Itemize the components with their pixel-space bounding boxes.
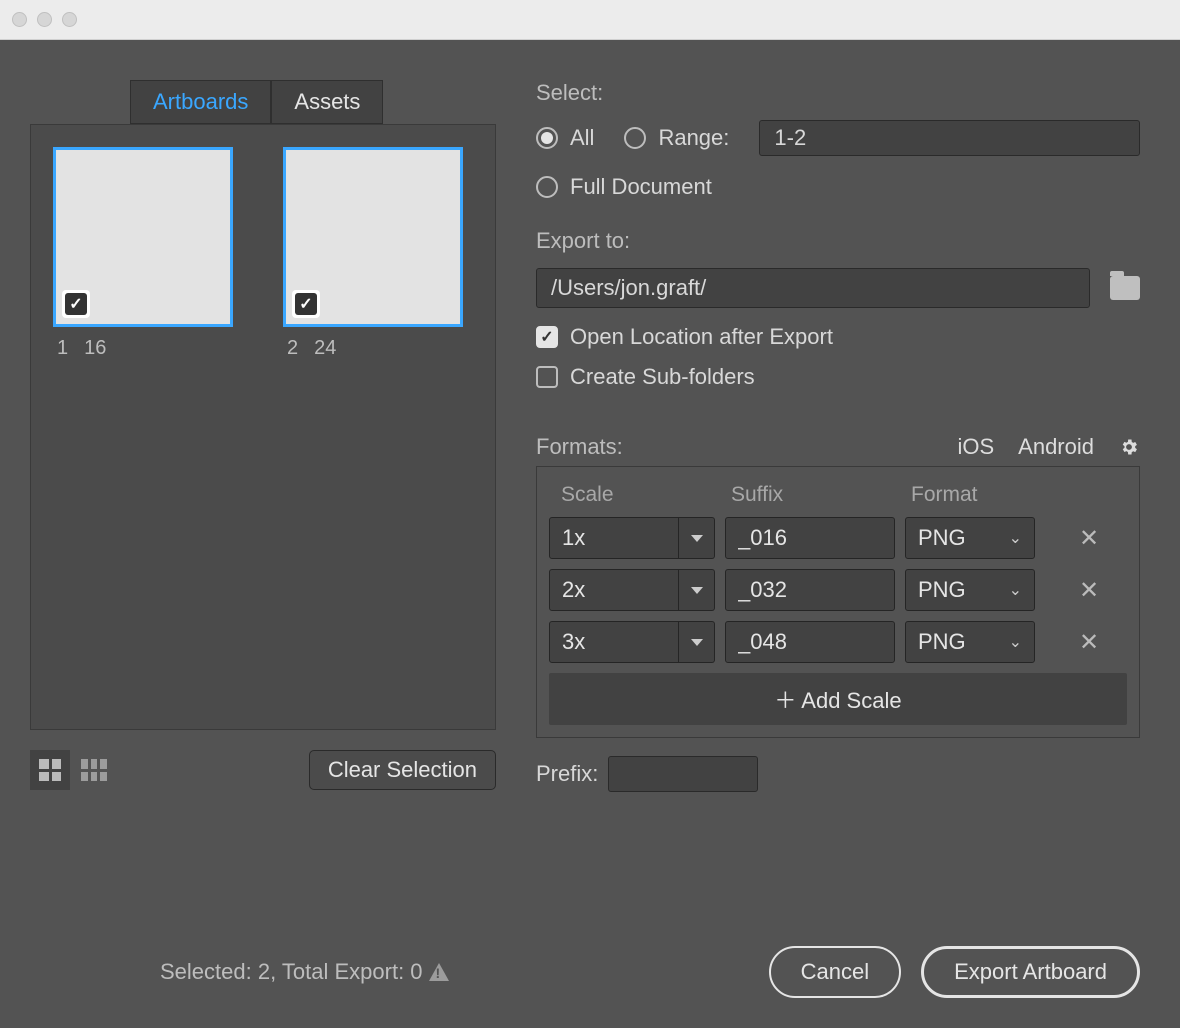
prefix-label: Prefix: bbox=[536, 761, 598, 787]
suffix-input[interactable] bbox=[725, 517, 895, 559]
clear-selection-button[interactable]: Clear Selection bbox=[309, 750, 496, 790]
radio-range-label: Range: bbox=[658, 125, 729, 151]
close-icon: ✕ bbox=[1079, 525, 1099, 552]
radio-all[interactable] bbox=[536, 127, 558, 149]
open-location-label: Open Location after Export bbox=[570, 324, 833, 350]
formats-settings-button[interactable] bbox=[1118, 436, 1140, 458]
tab-assets[interactable]: Assets bbox=[271, 80, 383, 124]
add-scale-button[interactable]: ＋ Add Scale bbox=[549, 673, 1127, 725]
remove-row-button[interactable]: ✕ bbox=[1069, 628, 1109, 657]
grid-icon bbox=[39, 759, 61, 781]
close-window-button[interactable] bbox=[12, 12, 27, 27]
col-format: Format bbox=[911, 483, 1081, 507]
artboard-thumbnail[interactable]: ✓ bbox=[283, 147, 463, 327]
format-row: 3x PNG⌄ ✕ bbox=[549, 621, 1127, 663]
chevron-down-icon: ⌄ bbox=[1009, 632, 1022, 652]
suffix-input[interactable] bbox=[725, 621, 895, 663]
tab-bar: Artboards Assets bbox=[130, 80, 496, 124]
open-location-checkbox[interactable] bbox=[536, 326, 558, 348]
preset-ios-button[interactable]: iOS bbox=[957, 434, 994, 460]
chevron-down-icon: ⌄ bbox=[1009, 528, 1022, 548]
scale-select[interactable]: 1x bbox=[549, 517, 679, 559]
radio-full-document-label: Full Document bbox=[570, 174, 712, 200]
cancel-button[interactable]: Cancel bbox=[769, 946, 901, 998]
close-icon: ✕ bbox=[1079, 629, 1099, 656]
chevron-down-icon bbox=[691, 639, 703, 646]
export-to-label: Export to: bbox=[536, 228, 1140, 254]
format-select[interactable]: PNG⌄ bbox=[905, 621, 1035, 663]
scale-dropdown-button[interactable] bbox=[679, 569, 715, 611]
range-input[interactable] bbox=[759, 120, 1140, 156]
remove-row-button[interactable]: ✕ bbox=[1069, 524, 1109, 553]
warning-icon bbox=[429, 963, 449, 981]
col-scale: Scale bbox=[561, 483, 731, 507]
minimize-window-button[interactable] bbox=[37, 12, 52, 27]
selection-status: Selected: 2, Total Export: 0 bbox=[160, 959, 449, 985]
window-titlebar bbox=[0, 0, 1180, 40]
remove-row-button[interactable]: ✕ bbox=[1069, 576, 1109, 605]
artboard-item[interactable]: ✓ 224 bbox=[283, 147, 463, 707]
formats-label: Formats: bbox=[536, 434, 623, 460]
export-path-input[interactable] bbox=[536, 268, 1090, 308]
artboard-checkbox[interactable]: ✓ bbox=[292, 290, 320, 318]
create-subfolders-checkbox[interactable] bbox=[536, 366, 558, 388]
export-artboard-button[interactable]: Export Artboard bbox=[921, 946, 1140, 998]
artboard-checkbox[interactable]: ✓ bbox=[62, 290, 90, 318]
scale-dropdown-button[interactable] bbox=[679, 517, 715, 559]
preset-android-button[interactable]: Android bbox=[1018, 434, 1094, 460]
artboard-label: 116 bbox=[53, 337, 233, 360]
tab-artboards[interactable]: Artboards bbox=[130, 80, 271, 124]
chevron-down-icon bbox=[691, 587, 703, 594]
chevron-down-icon bbox=[691, 535, 703, 542]
artboard-thumbnail[interactable]: ✓ bbox=[53, 147, 233, 327]
format-row: 2x PNG⌄ ✕ bbox=[549, 569, 1127, 611]
formats-table: Scale Suffix Format 1x PNG⌄ ✕ 2x bbox=[536, 466, 1140, 738]
artboard-label: 224 bbox=[283, 337, 463, 360]
select-label: Select: bbox=[536, 80, 1140, 106]
radio-range[interactable] bbox=[624, 127, 646, 149]
gear-icon bbox=[1119, 437, 1139, 457]
prefix-input[interactable] bbox=[608, 756, 758, 792]
artboard-item[interactable]: ✓ 116 bbox=[53, 147, 233, 707]
radio-full-document[interactable] bbox=[536, 176, 558, 198]
chevron-down-icon: ⌄ bbox=[1009, 580, 1022, 600]
radio-all-label: All bbox=[570, 125, 594, 151]
zoom-window-button[interactable] bbox=[62, 12, 77, 27]
artboard-list: ✓ 116 ✓ 224 bbox=[30, 124, 496, 730]
col-suffix: Suffix bbox=[731, 483, 911, 507]
format-select[interactable]: PNG⌄ bbox=[905, 569, 1035, 611]
create-subfolders-label: Create Sub-folders bbox=[570, 364, 755, 390]
format-select[interactable]: PNG⌄ bbox=[905, 517, 1035, 559]
suffix-input[interactable] bbox=[725, 569, 895, 611]
browse-folder-button[interactable] bbox=[1110, 276, 1140, 300]
grid-view-button[interactable] bbox=[30, 750, 70, 790]
list-icon bbox=[81, 759, 107, 781]
scale-select[interactable]: 2x bbox=[549, 569, 679, 611]
scale-select[interactable]: 3x bbox=[549, 621, 679, 663]
close-icon: ✕ bbox=[1079, 577, 1099, 604]
list-view-button[interactable] bbox=[74, 750, 114, 790]
scale-dropdown-button[interactable] bbox=[679, 621, 715, 663]
format-row: 1x PNG⌄ ✕ bbox=[549, 517, 1127, 559]
